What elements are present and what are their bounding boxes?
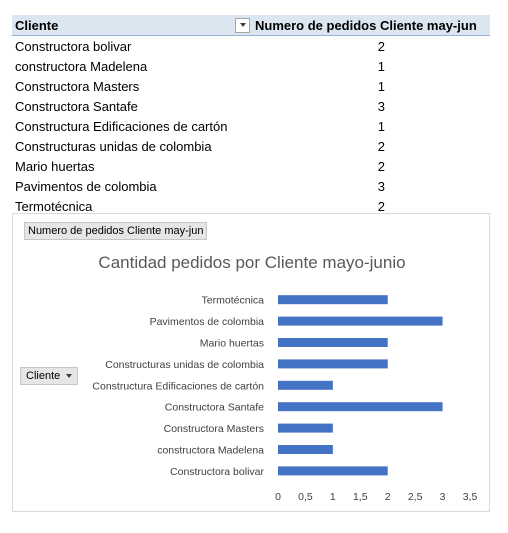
category-label: Pavimentos de colombia [150,316,265,328]
bar[interactable] [278,445,333,454]
table-row[interactable]: Pavimentos de colombia 3 [12,176,490,196]
row-cliente[interactable]: Constructora Santafe [12,99,355,114]
bar[interactable] [278,295,388,305]
category-label: constructora Madelena [157,445,264,457]
row-cliente[interactable]: Termotécnica [12,199,355,214]
bar[interactable] [278,359,388,369]
row-pedidos[interactable]: 1 [365,79,385,94]
row-cliente[interactable]: Pavimentos de colombia [12,179,355,194]
pivot-chart[interactable]: Numero de pedidos Cliente may-jun Cantid… [12,213,490,512]
row-pedidos[interactable]: 3 [365,179,385,194]
row-pedidos[interactable]: 1 [365,59,385,74]
x-tick-label: 2 [385,491,391,503]
bar[interactable] [278,402,443,412]
chart-plot-area: Constructora bolivar constructora Madelen… [92,295,478,503]
bar[interactable] [278,380,333,390]
table-row[interactable]: Mario huertas 2 [12,156,490,176]
row-cliente[interactable]: Constructuras unidas de colombia [12,139,355,154]
row-pedidos[interactable]: 1 [365,119,385,134]
table-row[interactable]: Constructora Santafe 3 [12,96,490,116]
row-cliente[interactable]: Mario huertas [12,159,355,174]
pivot-header-cliente[interactable]: Cliente [12,18,235,33]
x-tick-label: 3,5 [463,491,478,503]
x-tick-label: 3 [440,491,446,503]
x-tick-label: 2,5 [408,491,423,503]
bar[interactable] [278,338,388,347]
pivot-header-pedidos[interactable]: Numero de pedidos Cliente may-jun [250,18,477,33]
category-label: Constructora Masters [164,423,264,435]
row-cliente[interactable]: constructora Madelena [12,59,355,74]
pivot-rows: Constructora bolivar 2 constructora Madele… [12,36,490,216]
filter-dropdown-button[interactable] [235,17,250,33]
category-label: Constructora bolivar [170,466,264,478]
category-label: Mario huertas [200,338,264,350]
row-pedidos[interactable]: 2 [365,159,385,174]
category-label: Constructuras unidas de colombia [105,359,264,371]
table-row[interactable]: constructora Madelena 1 [12,56,490,76]
x-tick-label: 1,5 [353,491,368,503]
table-row[interactable]: Constructuras unidas de colombia 2 [12,136,490,156]
x-tick-label: 0 [275,491,281,503]
row-pedidos[interactable]: 2 [365,39,385,54]
x-tick-label: 0,5 [298,491,313,503]
bar[interactable] [278,316,443,326]
category-label: Constructora Santafe [165,402,264,414]
category-label: Termotécnica [202,295,265,307]
pivot-header-row: Cliente Numero de pedidos Cliente may-ju… [12,15,490,36]
row-pedidos[interactable]: 2 [365,199,385,214]
chevron-down-icon [239,23,246,27]
row-pedidos[interactable]: 3 [365,99,385,114]
row-cliente[interactable]: Constructora bolivar [12,39,355,54]
x-tick-label: 1 [330,491,336,503]
row-cliente[interactable]: Constructura Edificaciones de cartón [12,119,355,134]
row-cliente[interactable]: Constructora Masters [12,79,355,94]
category-label: Constructura Edificaciones de cartón [92,380,264,392]
pivot-table: Cliente Numero de pedidos Cliente may-ju… [12,15,490,216]
row-pedidos[interactable]: 2 [365,139,385,154]
table-row[interactable]: Constructura Edificaciones de cartón 1 [12,116,490,136]
table-row[interactable]: Constructora bolivar 2 [12,36,490,56]
table-row[interactable]: Constructora Masters 1 [12,76,490,96]
bar[interactable] [278,466,388,476]
bar[interactable] [278,423,333,433]
